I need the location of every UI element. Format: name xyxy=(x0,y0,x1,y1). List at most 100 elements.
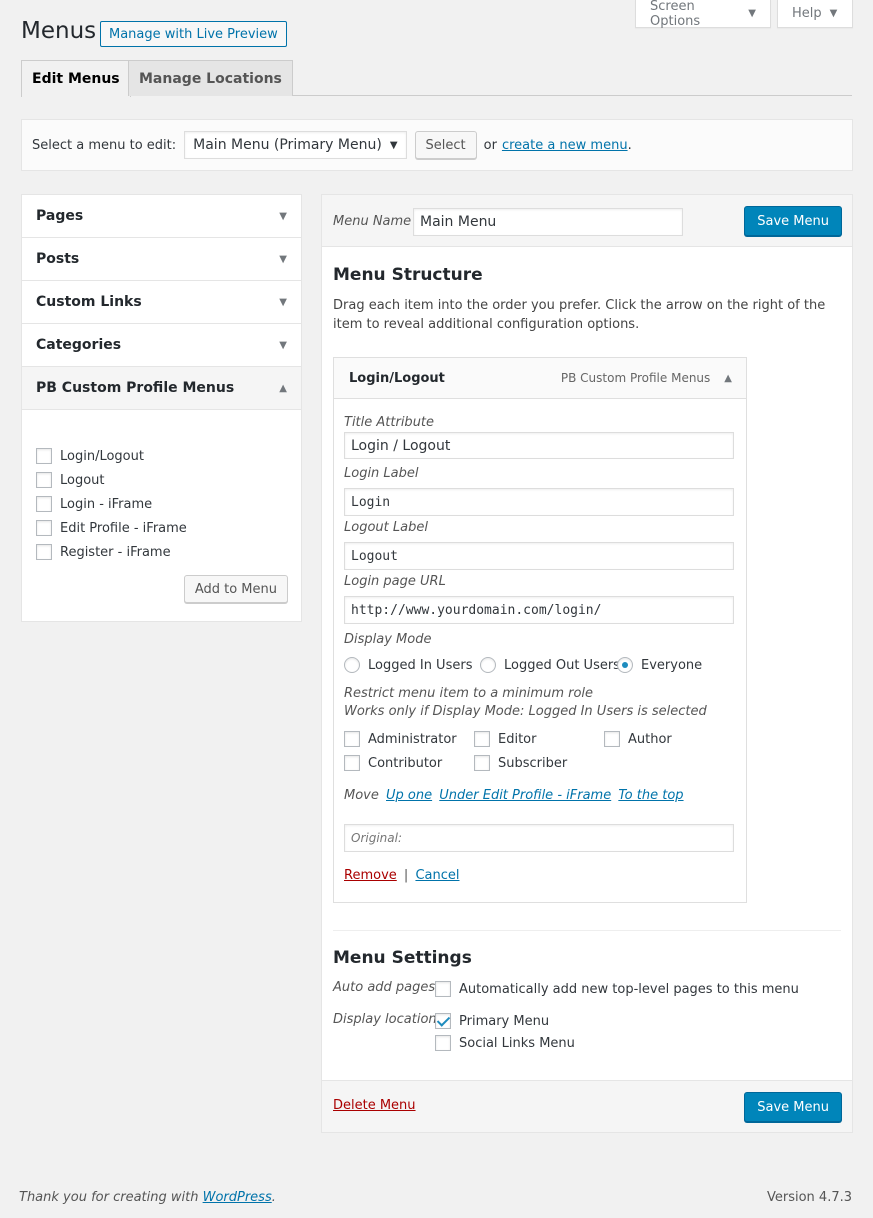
accordion-custom-links[interactable]: Custom Links ▼ xyxy=(22,281,301,324)
list-item[interactable]: Login/Logout xyxy=(36,444,287,468)
screen-options-label: Screen Options xyxy=(650,0,701,29)
checkbox[interactable] xyxy=(474,755,490,771)
arrow-down-icon[interactable]: ▼ xyxy=(279,297,287,308)
accordion-pb-custom-profile-menus[interactable]: PB Custom Profile Menus ▲ xyxy=(22,367,301,410)
restrict-role-label: Restrict menu item to a minimum role xyxy=(344,686,594,701)
login-url-input[interactable]: http://www.yourdomain.com/login/ xyxy=(344,596,734,624)
tab-edit-menus[interactable]: Edit Menus xyxy=(21,60,131,97)
menu-structure-description: Drag each item into the order you prefer… xyxy=(333,298,826,332)
role-label: Administrator xyxy=(368,731,457,747)
checkbox[interactable] xyxy=(435,1035,451,1051)
period: . xyxy=(271,1190,276,1205)
login-label-input[interactable]: Login xyxy=(344,488,734,516)
list-item[interactable]: Register - iFrame xyxy=(36,540,287,564)
delete-menu-link[interactable]: Delete Menu xyxy=(333,1098,416,1113)
menu-item-login-logout: Login/Logout PB Custom Profile Menus ▲ T… xyxy=(333,357,747,903)
arrow-up-icon[interactable]: ▲ xyxy=(279,383,287,394)
location-label: Social Links Menu xyxy=(459,1035,575,1051)
settings-divider xyxy=(333,930,841,931)
checkbox[interactable] xyxy=(435,981,451,997)
accordion-posts[interactable]: Posts ▼ xyxy=(22,238,301,281)
checkbox[interactable] xyxy=(474,731,490,747)
checkbox[interactable] xyxy=(36,544,52,560)
menu-select[interactable]: Main Menu (Primary Menu) ▼ xyxy=(184,131,407,159)
help-label: Help xyxy=(792,6,822,21)
auto-add-text: Automatically add new top-level pages to… xyxy=(459,981,799,997)
auto-add-option[interactable]: Automatically add new top-level pages to… xyxy=(435,981,799,997)
screen-options-button[interactable]: Screen Options ▼ xyxy=(635,0,771,29)
list-item[interactable]: Login - iFrame xyxy=(36,492,287,516)
accordion-title: Categories xyxy=(36,337,122,353)
radio-button[interactable] xyxy=(480,657,496,673)
role-subscriber[interactable]: Subscriber xyxy=(474,755,567,771)
role-administrator[interactable]: Administrator xyxy=(344,731,457,747)
arrow-down-icon[interactable]: ▼ xyxy=(279,211,287,222)
arrow-down-icon[interactable]: ▼ xyxy=(279,254,287,265)
role-editor[interactable]: Editor xyxy=(474,731,536,747)
arrow-up-icon[interactable]: ▲ xyxy=(724,373,732,384)
location-social-links-menu[interactable]: Social Links Menu xyxy=(435,1035,575,1051)
accordion-categories[interactable]: Categories ▼ xyxy=(22,324,301,367)
help-button[interactable]: Help ▼ xyxy=(777,0,853,28)
live-preview-button[interactable]: Manage with Live Preview xyxy=(100,21,287,47)
accordion-title: Pages xyxy=(36,208,84,224)
menu-item-handle[interactable]: Login/Logout PB Custom Profile Menus ▲ xyxy=(334,358,746,399)
move-label: Move xyxy=(344,788,379,803)
save-menu-button[interactable]: Save Menu xyxy=(744,206,842,236)
checkbox[interactable] xyxy=(36,496,52,512)
title-attribute-label: Title Attribute xyxy=(344,415,435,430)
checkbox[interactable] xyxy=(344,755,360,771)
menu-select-value: Main Menu (Primary Menu) xyxy=(193,137,382,153)
checkbox[interactable] xyxy=(36,520,52,536)
select-button[interactable]: Select xyxy=(414,131,477,159)
move-to-top-link[interactable]: To the top xyxy=(618,788,683,803)
radio-label: Logged Out Users xyxy=(504,657,620,673)
display-location-label: Display location xyxy=(333,1012,437,1027)
checkbox[interactable] xyxy=(36,448,52,464)
wordpress-link[interactable]: WordPress xyxy=(203,1190,272,1205)
checkbox-checked[interactable] xyxy=(435,1013,451,1029)
move-under-link[interactable]: Under Edit Profile - iFrame xyxy=(439,788,611,803)
arrow-down-icon[interactable]: ▼ xyxy=(279,340,287,351)
add-menu-items-panel: Pages ▼ Posts ▼ Custom Links ▼ Categorie… xyxy=(21,194,302,622)
role-contributor[interactable]: Contributor xyxy=(344,755,442,771)
list-item[interactable]: Logout xyxy=(36,468,287,492)
checkbox[interactable] xyxy=(344,731,360,747)
radio-button-selected[interactable] xyxy=(617,657,633,673)
title-attribute-value: Login / Logout xyxy=(351,437,451,454)
checkbox[interactable] xyxy=(36,472,52,488)
footer-thanks: Thank you for creating with WordPress. xyxy=(19,1190,276,1205)
menu-structure-title: Menu Structure xyxy=(333,265,483,285)
period: . xyxy=(627,137,632,153)
cancel-link[interactable]: Cancel xyxy=(415,868,459,883)
role-label: Contributor xyxy=(368,755,443,771)
logout-label-input[interactable]: Logout xyxy=(344,542,734,570)
select-menu-label: Select a menu to edit: xyxy=(32,137,177,153)
accordion-pages[interactable]: Pages ▼ xyxy=(22,195,301,238)
radio-everyone[interactable]: Everyone xyxy=(617,657,702,673)
separator: | xyxy=(403,868,409,883)
radio-logged-out-users[interactable]: Logged Out Users xyxy=(480,657,620,673)
login-url-label: Login page URL xyxy=(344,574,446,589)
add-to-menu-button[interactable]: Add to Menu xyxy=(183,575,288,603)
accordion-title: PB Custom Profile Menus xyxy=(36,380,235,396)
location-primary-menu[interactable]: Primary Menu xyxy=(435,1013,549,1029)
display-mode-label: Display Mode xyxy=(344,632,432,647)
list-item[interactable]: Edit Profile - iFrame xyxy=(36,516,287,540)
checkbox[interactable] xyxy=(604,731,620,747)
tab-manage-locations[interactable]: Manage Locations xyxy=(128,60,293,96)
menu-name-value: Main Menu xyxy=(420,214,497,230)
create-new-menu-link[interactable]: create a new menu xyxy=(502,138,628,153)
save-menu-button-bottom[interactable]: Save Menu xyxy=(744,1092,842,1122)
menu-edit-panel: Menu Name Main Menu Save Menu Menu Struc… xyxy=(321,194,853,1133)
title-attribute-input[interactable]: Login / Logout xyxy=(344,432,734,459)
role-author[interactable]: Author xyxy=(604,731,672,747)
radio-logged-in-users[interactable]: Logged In Users xyxy=(344,657,472,673)
caret-down-icon: ▼ xyxy=(748,8,756,19)
location-label: Primary Menu xyxy=(459,1013,550,1029)
menu-item-title: Login/Logout xyxy=(349,370,445,386)
remove-link[interactable]: Remove xyxy=(344,868,397,883)
radio-button[interactable] xyxy=(344,657,360,673)
move-up-one-link[interactable]: Up one xyxy=(386,788,432,803)
menu-name-input[interactable]: Main Menu xyxy=(413,208,683,236)
